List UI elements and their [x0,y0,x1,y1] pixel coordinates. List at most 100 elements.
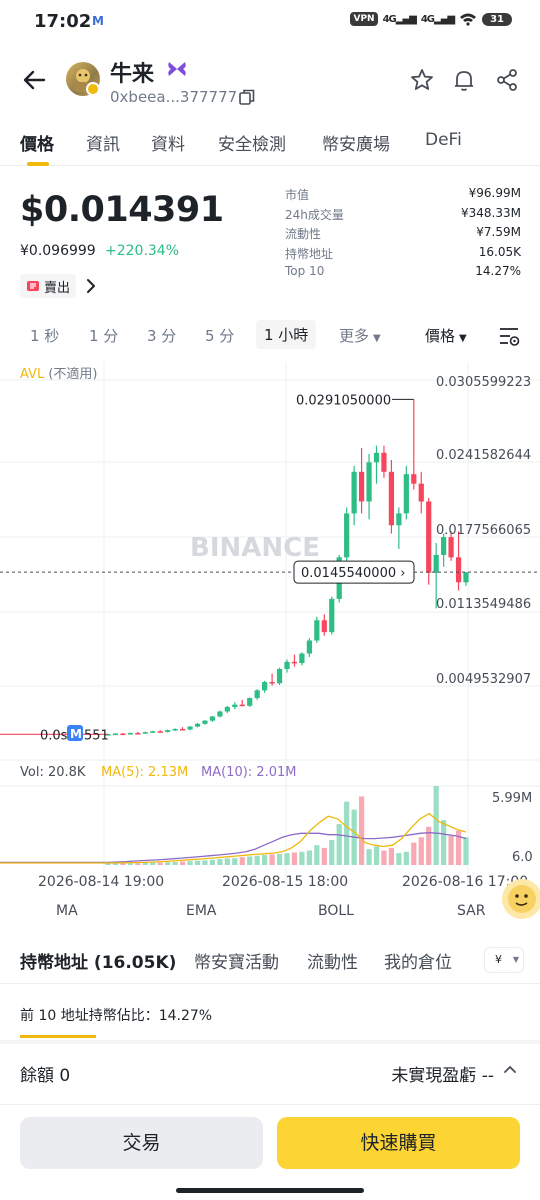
trade-button[interactable]: 交易 [20,1117,263,1169]
volume-bar [209,859,216,865]
unrealized-pnl: 未實現盈虧 -- [391,1066,494,1086]
volume-bar [403,851,409,865]
tab-data[interactable]: 資料 [151,130,185,155]
volume-bar [276,853,283,865]
volume-bar [172,861,178,865]
indicator-sar[interactable]: SAR [457,903,485,919]
candle-body [291,661,298,664]
bell-icon[interactable] [451,67,477,93]
y-tick-label: 0.0241582644 [436,448,531,463]
volume-bar [448,835,454,865]
copy-icon[interactable] [238,88,256,106]
volume-bar [135,863,141,865]
indicator-ema[interactable]: EMA [186,903,217,919]
cell-signal-2-icon: 4G▂▄▆ [420,13,455,25]
candle-body [202,720,208,724]
star-icon[interactable] [409,67,435,93]
tab-liquidity[interactable]: 流動性 [307,948,358,973]
interval-3m[interactable]: 3 分 [147,325,176,346]
current-price-label: 0.0145540000 › [301,566,405,581]
candle-body [373,452,380,463]
candle-body [135,733,141,735]
chevron-up-icon[interactable] [502,1062,518,1078]
volume-bar [381,850,387,865]
candle-body [224,706,230,712]
candle-body [247,698,253,706]
chart-settings-icon[interactable] [497,325,521,347]
indicator-boll[interactable]: BOLL [318,903,354,919]
back-arrow-icon[interactable] [18,64,50,96]
volume-bar [463,837,469,865]
quick-buy-button[interactable]: 快速購買 [277,1117,520,1169]
vpn-badge: VPN [350,12,378,26]
candle-body [120,733,126,736]
price-usd: $0.014391 [20,190,224,230]
volume-bar [254,855,260,865]
sell-icon [27,281,39,291]
volume-bar [142,862,148,865]
candle-body [344,513,350,558]
interval-5m[interactable]: 5 分 [205,325,234,346]
tab-earn-activity[interactable]: 幣安寶活動 [194,948,279,973]
tab-defi[interactable]: DeFi [425,130,462,150]
volume-bar [373,846,380,865]
volume-label: Vol: 20.8K [20,765,86,780]
volume-bar [329,839,335,865]
price-chart[interactable]: BINANCE 0.0305599223 0.0241582644 0.017756… [0,360,540,890]
candle-body [321,620,327,633]
tab-price[interactable]: 價格 [20,130,54,155]
volume-bar [388,847,395,865]
interval-1h[interactable]: 1 小時 [256,320,317,349]
volume-bar [187,861,193,865]
interval-more[interactable]: 更多 ▼ [339,325,381,346]
candle-body [172,728,178,731]
sell-chip[interactable]: 賣出 [20,274,77,298]
status-time: 17:02 [34,11,92,32]
balance-row[interactable]: 餘額 0 未實現盈虧 -- [0,1054,540,1090]
volume-bar [150,862,156,865]
candle-body [314,620,320,641]
chart-watermark: BINANCE [190,533,320,563]
price-type-dropdown[interactable]: 價格 ▼ [425,325,467,346]
status-indicators: VPN 4G▂▄▆ 4G▂▄▆ 31 [350,12,512,26]
volume-bar [202,860,208,865]
candle-body [306,640,312,654]
indicator-ma[interactable]: MA [56,903,78,919]
floating-assistant-icon[interactable] [498,874,540,924]
y-tick-label: 0.0113549486 [436,597,531,612]
volume-tick-label: 6.0 [512,850,533,865]
token-name: 牛来 [110,62,155,87]
contract-address[interactable]: 0xbeea...377777 [110,88,237,106]
interval-1m[interactable]: 1 分 [89,325,118,346]
section-divider [0,1040,540,1044]
tab-holders[interactable]: 持幣地址 (16.05K) [20,948,176,973]
candle-body [217,711,223,717]
volume-bar [321,847,327,865]
volume-bar [441,820,447,865]
tab-square[interactable]: 幣安廣場 [322,130,390,155]
share-icon[interactable] [494,67,520,93]
sell-label: 賣出 [44,280,71,296]
volume-bar [418,837,424,865]
volume-bar [433,786,439,865]
currency-toggle[interactable]: ¥ ▼ [484,947,524,973]
ma10-label: MA(10): 2.01M [201,765,296,780]
volume-bar [366,849,372,865]
candle-body [284,661,290,669]
candle-body [194,723,201,727]
candle-body [179,728,186,731]
ma10-line [0,832,467,864]
x-axis-label: 2026-08-14 19:00 [38,874,164,890]
volume-bar [112,863,119,865]
candle-body [157,731,163,733]
stat-market-cap: 市值 ¥96.99M [285,186,521,202]
tab-my-position[interactable]: 我的倉位 [384,948,452,973]
volume-tick-label: 5.99M [492,791,532,806]
volume-bar [224,858,230,865]
tab-info[interactable]: 資訊 [86,130,120,155]
chevron-right-icon[interactable] [84,277,98,295]
y-tick-label: 0.0177566065 [436,523,531,538]
interval-1s[interactable]: 1 秒 [30,325,59,346]
tab-security[interactable]: 安全檢測 [218,130,286,155]
status-bar: 17:02 M VPN 4G▂▄▆ 4G▂▄▆ 31 [0,0,540,44]
